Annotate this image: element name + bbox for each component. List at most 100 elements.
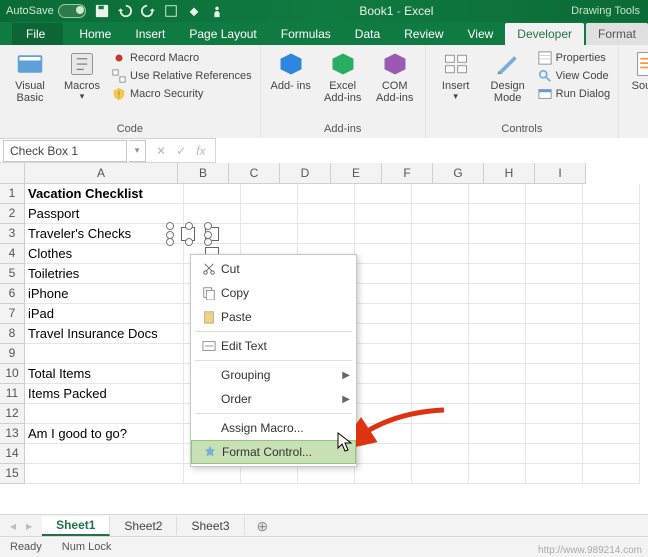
cell[interactable] [355,324,412,344]
cell[interactable] [355,224,412,244]
cell[interactable] [298,184,355,204]
formula-input[interactable] [215,138,648,164]
cell[interactable] [583,464,640,484]
cell[interactable] [583,284,640,304]
row-header[interactable]: 9 [0,344,25,364]
confirm-icon[interactable]: ✓ [176,144,186,158]
cell[interactable] [412,424,469,444]
cell[interactable]: Toiletries [25,264,184,284]
cell[interactable] [526,364,583,384]
cell[interactable] [412,404,469,424]
row-header[interactable]: 6 [0,284,25,304]
cell[interactable]: iPad [25,304,184,324]
cell[interactable] [412,264,469,284]
cell[interactable] [526,204,583,224]
cell[interactable] [469,284,526,304]
cell[interactable] [355,244,412,264]
resize-handle-icon[interactable] [204,238,212,246]
save-icon[interactable] [95,4,109,18]
cell[interactable] [184,464,241,484]
tab-view[interactable]: View [456,23,506,45]
cell[interactable] [583,204,640,224]
record-macro-button[interactable]: Record Macro [110,50,254,66]
cell[interactable] [469,344,526,364]
use-relative-references-button[interactable]: Use Relative References [110,68,254,84]
col-header-f[interactable]: F [382,163,433,184]
row-header[interactable]: 4 [0,244,25,264]
cell[interactable] [583,264,640,284]
row-header[interactable]: 13 [0,424,25,444]
col-header-a[interactable]: A [25,163,178,184]
row-header[interactable]: 7 [0,304,25,324]
borders-icon[interactable] [164,4,178,18]
cell[interactable]: Traveler's Checks [25,224,184,244]
cell[interactable]: Total Items [25,364,184,384]
cell[interactable] [355,204,412,224]
menu-item-order[interactable]: Order▶ [191,387,356,411]
cell[interactable] [355,264,412,284]
cell[interactable]: Clothes [25,244,184,264]
tab-page-layout[interactable]: Page Layout [177,23,268,45]
menu-item-paste[interactable]: Paste [191,305,356,329]
undo-icon[interactable] [118,4,132,18]
cell[interactable] [355,424,412,444]
row-header[interactable]: 5 [0,264,25,284]
cancel-icon[interactable]: ✕ [156,144,166,158]
row-header[interactable]: 2 [0,204,25,224]
name-box-dropdown[interactable]: ▾ [129,140,146,162]
addins-button[interactable]: Add- ins [267,47,315,92]
cell[interactable] [583,224,640,244]
cell[interactable] [469,304,526,324]
cell[interactable] [355,284,412,304]
menu-item-copy[interactable]: Copy [191,281,356,305]
tab-insert[interactable]: Insert [123,23,177,45]
cell[interactable] [184,184,241,204]
cell[interactable] [526,224,583,244]
sheet-tab-3[interactable]: Sheet3 [177,517,244,535]
row-header[interactable]: 11 [0,384,25,404]
col-header-d[interactable]: D [280,163,331,184]
col-header-i[interactable]: I [535,163,586,184]
cell[interactable] [469,184,526,204]
view-code-button[interactable]: View Code [536,68,612,84]
autosave-toggle[interactable]: AutoSave [6,4,86,18]
row-header[interactable]: 14 [0,444,25,464]
design-mode-button[interactable]: Design Mode [484,47,532,104]
cell[interactable]: Vacation Checklist [25,184,184,204]
cell[interactable] [355,464,412,484]
cell[interactable] [583,244,640,264]
fill-icon[interactable] [187,4,201,18]
cell[interactable] [412,464,469,484]
cell[interactable] [469,324,526,344]
sheet-nav-prev-icon[interactable]: ◂ [10,519,16,533]
cell[interactable] [583,344,640,364]
sheet-tab-2[interactable]: Sheet2 [110,517,177,535]
cell[interactable] [526,184,583,204]
cell[interactable] [25,344,184,364]
cell[interactable] [412,384,469,404]
cell[interactable] [25,444,184,464]
cell[interactable]: Items Packed [25,384,184,404]
macros-button[interactable]: Macros ▾ [58,47,106,99]
cell[interactable] [412,184,469,204]
cell[interactable] [526,384,583,404]
resize-handle-icon[interactable] [185,222,193,230]
row-header[interactable]: 1 [0,184,25,204]
selected-checkbox-control[interactable] [169,225,209,243]
cell[interactable] [25,464,184,484]
tab-format[interactable]: Format [586,23,648,45]
cell[interactable] [412,364,469,384]
cell[interactable] [526,264,583,284]
cell[interactable] [241,224,298,244]
menu-item-assign-macro[interactable]: Assign Macro... [191,416,356,440]
col-header-g[interactable]: G [433,163,484,184]
col-header-e[interactable]: E [331,163,382,184]
cell[interactable] [412,304,469,324]
row-header[interactable]: 3 [0,224,25,244]
cell[interactable] [583,324,640,344]
col-header-h[interactable]: H [484,163,535,184]
cell[interactable] [469,384,526,404]
cell[interactable] [469,204,526,224]
cell[interactable] [583,184,640,204]
sheet-nav-next-icon[interactable]: ▸ [26,519,32,533]
